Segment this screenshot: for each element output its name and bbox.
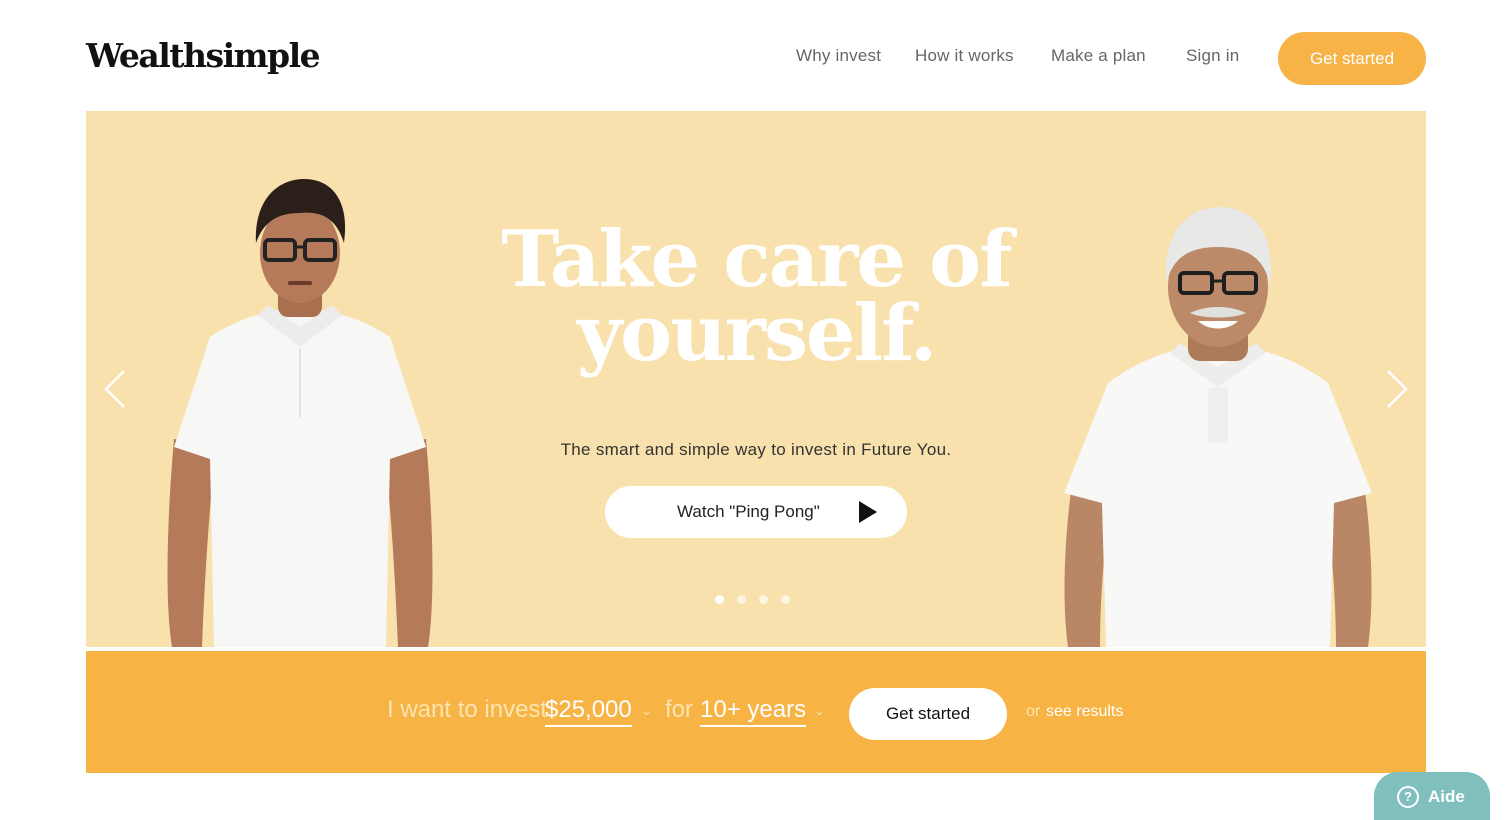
- invest-for-text: for: [665, 696, 694, 723]
- nav-sign-in[interactable]: Sign in: [1186, 46, 1239, 66]
- hero-banner: Take care of yourself. The smart and sim…: [86, 111, 1426, 647]
- years-select[interactable]: 10+ years: [700, 696, 807, 727]
- help-label: Aide: [1428, 787, 1465, 806]
- nav-make-a-plan[interactable]: Make a plan: [1051, 46, 1146, 66]
- headline-line-1: Take care of: [501, 214, 1012, 305]
- help-question-icon: ?: [1397, 786, 1419, 808]
- carousel-dot-2[interactable]: [737, 595, 746, 604]
- header-get-started-button[interactable]: Get started: [1278, 32, 1426, 85]
- chevron-right-icon[interactable]: [1384, 367, 1410, 411]
- help-widget[interactable]: ? Aide: [1374, 772, 1490, 820]
- watch-video-label: Watch "Ping Pong": [677, 502, 820, 521]
- headline-line-2: yourself.: [576, 288, 937, 379]
- hero-headline: Take care of yourself.: [86, 214, 1426, 379]
- invest-get-started-button[interactable]: Get started: [849, 688, 1007, 740]
- carousel-dot-1[interactable]: [715, 595, 724, 604]
- amount-select[interactable]: $25,000: [545, 696, 632, 727]
- watch-video-button[interactable]: Watch "Ping Pong": [605, 486, 907, 538]
- or-text: or: [1026, 703, 1041, 720]
- chevron-left-icon[interactable]: [102, 367, 128, 411]
- carousel-dot-4[interactable]: [781, 595, 790, 604]
- nav-why-invest[interactable]: Why invest: [796, 46, 881, 66]
- play-icon: [859, 501, 877, 523]
- chevron-down-icon[interactable]: ⌄: [641, 703, 652, 719]
- chevron-down-icon[interactable]: ⌄: [814, 703, 825, 719]
- invest-calculator-bar: I want to invest $25,000 ⌄ for 10+ years…: [86, 651, 1426, 773]
- nav-how-it-works[interactable]: How it works: [915, 46, 1014, 66]
- hero-subline: The smart and simple way to invest in Fu…: [560, 440, 952, 459]
- see-results-link[interactable]: see results: [1046, 703, 1123, 721]
- logo[interactable]: Wealthsimple: [86, 36, 321, 75]
- carousel-dot-3[interactable]: [759, 595, 768, 604]
- invest-prefix-text: I want to invest: [387, 696, 548, 723]
